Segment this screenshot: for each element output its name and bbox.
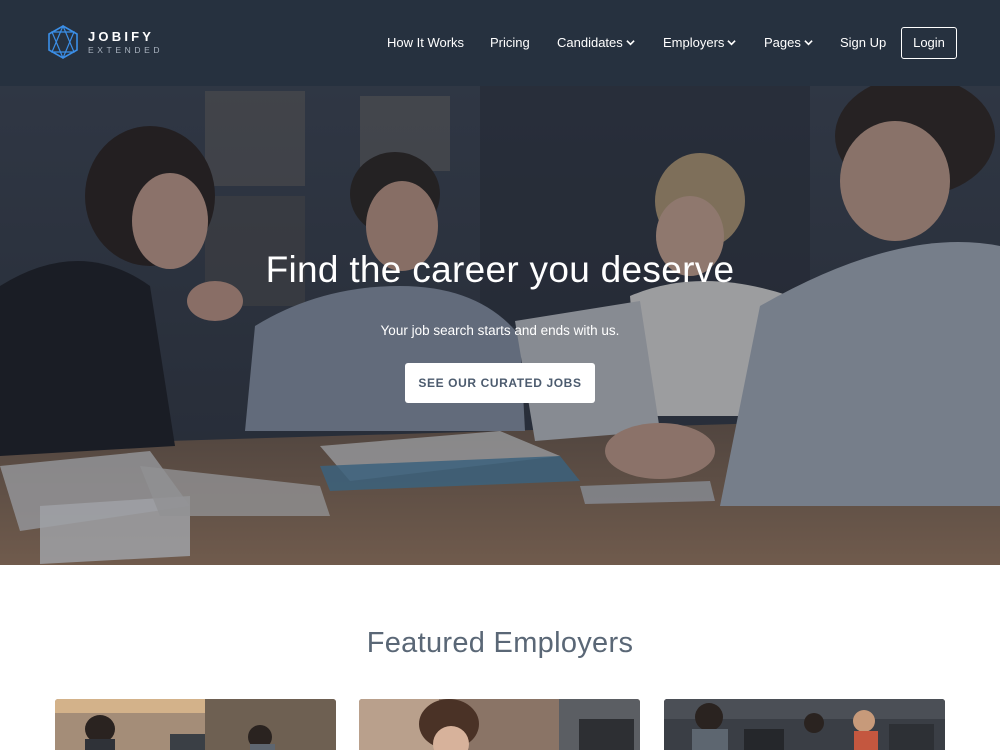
brand-logo-link[interactable]: JOBIFY EXTENDED [47,25,177,61]
nav-item-employers[interactable]: Employers [663,35,737,51]
nav-item-label: How It Works [387,35,465,50]
see-curated-jobs-button[interactable]: SEE OUR CURATED JOBS [405,363,595,403]
chevron-down-icon [727,40,737,46]
nav-item-how-it-works[interactable]: How It Works [387,35,464,51]
nav-item-label: Candidates [557,35,623,50]
hero-subtitle: Your job search starts and ends with us. [380,323,620,338]
chevron-down-icon [626,40,635,46]
nav-item-label: Sign Up [840,35,887,50]
nav-item-label: Pricing [490,35,530,50]
hexagon-star-icon [48,25,78,59]
office-desks-photo [664,699,945,750]
login-button[interactable]: Login [901,27,957,59]
nav-item-pages[interactable]: Pages [764,35,813,51]
office-team-photo [55,699,336,750]
nav-item-label: Pages [764,35,801,50]
employer-card[interactable] [664,699,945,750]
hero-title: Find the career you deserve [265,249,735,290]
chevron-down-icon [804,40,813,46]
nav-item-sign-up[interactable]: Sign Up [840,35,886,51]
office-woman-photo [359,699,640,750]
brand-name: JOBIFY [88,29,155,44]
nav-item-candidates[interactable]: Candidates [557,35,635,51]
employer-card[interactable] [359,699,640,750]
featured-employers-heading: Featured Employers [366,627,634,659]
nav-item-pricing[interactable]: Pricing [490,35,530,51]
brand-tagline: EXTENDED [88,45,164,55]
nav-item-label: Employers [663,35,725,50]
employer-card[interactable] [55,699,336,750]
top-navbar: JOBIFY EXTENDED How It Works Pricing Can… [0,0,1000,86]
hero-section: Find the career you deserve Your job sea… [0,86,1000,565]
